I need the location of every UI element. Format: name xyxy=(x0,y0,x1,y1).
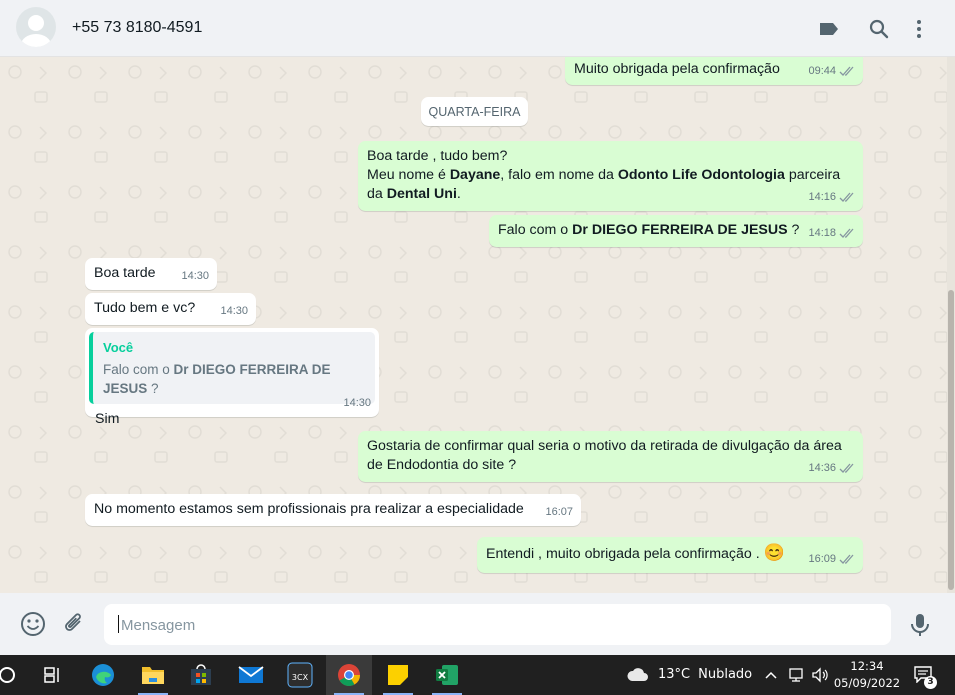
cloud-icon xyxy=(627,668,648,681)
message-text: Muito obrigada pela confirmação xyxy=(574,61,780,77)
windows-taskbar: 3CX 13°C Nublado 12:34 05/09/2022 3 xyxy=(0,655,955,695)
quote-author: Você xyxy=(103,340,134,355)
message-outgoing[interactable]: Entendi , muito obrigada pela confirmaçã… xyxy=(477,537,863,573)
message-text: Boa tarde , tudo bem? Meu nome é Dayane,… xyxy=(367,148,841,202)
message-time: 09:44 xyxy=(808,62,855,81)
excel-icon[interactable] xyxy=(424,655,470,695)
weather-temp: 13°C xyxy=(658,666,691,682)
message-incoming[interactable]: No momento estamos sem profissionais pra… xyxy=(85,494,581,526)
chrome-icon[interactable] xyxy=(326,655,372,695)
task-view-icon[interactable] xyxy=(30,655,76,695)
attach-icon[interactable] xyxy=(62,611,86,637)
chevron-up-icon[interactable] xyxy=(764,669,778,681)
message-time: 14:16 xyxy=(808,188,855,207)
message-outgoing[interactable]: Falo com o Dr DIEGO FERREIRA DE JESUS ? … xyxy=(489,215,863,247)
search-icon[interactable] xyxy=(867,17,891,41)
file-explorer-icon[interactable] xyxy=(130,655,176,695)
text-caret xyxy=(118,615,119,633)
message-time: 14:18 xyxy=(808,224,855,243)
message-text: No momento estamos sem profissionais pra… xyxy=(94,501,524,517)
clock-time: 12:34 xyxy=(850,659,884,673)
double-check-icon xyxy=(839,228,854,238)
message-incoming-reply[interactable]: Você Falo com o Dr DIEGO FERREIRA DE JES… xyxy=(85,328,379,427)
sticky-notes-icon[interactable] xyxy=(375,655,421,695)
message-text: Gostaria de confirmar qual seria o motiv… xyxy=(367,438,842,473)
message-time: 14:30 xyxy=(220,305,248,317)
emoji-icon[interactable] xyxy=(20,611,46,637)
network-icon[interactable] xyxy=(787,667,805,683)
notification-center-icon[interactable]: 3 xyxy=(913,665,937,689)
message-outgoing[interactable]: Gostaria de confirmar qual seria o motiv… xyxy=(358,431,863,482)
notification-badge: 3 xyxy=(924,676,937,689)
contact-avatar[interactable] xyxy=(16,7,56,47)
message-input-placeholder: Mensagem xyxy=(121,617,196,634)
message-time: 14:36 xyxy=(808,459,855,478)
message-incoming[interactable]: Boa tarde 14:30 xyxy=(85,258,217,290)
smile-emoji-icon: 😊 xyxy=(763,543,785,562)
menu-dots-icon[interactable] xyxy=(907,17,931,41)
3cx-icon[interactable]: 3CX xyxy=(277,655,323,695)
double-check-icon xyxy=(839,192,854,202)
message-outgoing[interactable]: Muito obrigada pela confirmação 09:44 xyxy=(565,57,863,85)
system-clock[interactable]: 12:34 05/09/2022 xyxy=(832,658,902,692)
message-text: Falo com o Dr DIEGO FERREIRA DE JESUS ? xyxy=(498,222,800,238)
volume-icon[interactable] xyxy=(811,667,829,683)
double-check-icon xyxy=(839,66,854,76)
contact-name[interactable]: +55 73 8180-4591 xyxy=(72,19,202,37)
mail-icon[interactable] xyxy=(228,655,274,695)
weather-widget[interactable]: 13°C Nublado xyxy=(626,666,752,682)
message-time: 14:30 xyxy=(343,397,371,409)
chat-scroll-thumb[interactable] xyxy=(948,290,954,590)
message-text: Tudo bem e vc? xyxy=(94,300,196,316)
chat-header: +55 73 8180-4591 xyxy=(0,0,955,57)
double-check-icon xyxy=(839,554,854,564)
svg-text:3CX: 3CX xyxy=(292,673,309,682)
label-icon[interactable] xyxy=(817,17,841,41)
composer-bar: Mensagem xyxy=(0,593,955,655)
quoted-message[interactable]: Você Falo com o Dr DIEGO FERREIRA DE JES… xyxy=(89,332,375,404)
message-input[interactable]: Mensagem xyxy=(104,604,891,645)
quote-text: Falo com o Dr DIEGO FERREIRA DE JESUS ? xyxy=(103,362,331,396)
weather-desc: Nublado xyxy=(698,666,753,682)
clock-date: 05/09/2022 xyxy=(833,676,901,690)
message-outgoing[interactable]: Boa tarde , tudo bem? Meu nome é Dayane,… xyxy=(358,141,863,211)
message-text: Sim xyxy=(95,411,120,427)
store-icon[interactable] xyxy=(178,655,224,695)
message-time: 16:09 xyxy=(808,550,855,569)
message-time: 14:30 xyxy=(181,270,209,282)
day-divider: QUARTA-FEIRA xyxy=(421,97,528,126)
edge-icon[interactable] xyxy=(80,655,126,695)
cortana-circle-icon[interactable] xyxy=(0,655,30,695)
message-text: Entendi , muito obrigada pela confirmaçã… xyxy=(486,546,760,562)
message-time: 16:07 xyxy=(545,506,573,518)
double-check-icon xyxy=(839,463,854,473)
message-incoming[interactable]: Tudo bem e vc? 14:30 xyxy=(85,293,256,325)
mic-icon[interactable] xyxy=(909,612,931,638)
message-text: Boa tarde xyxy=(94,265,156,281)
